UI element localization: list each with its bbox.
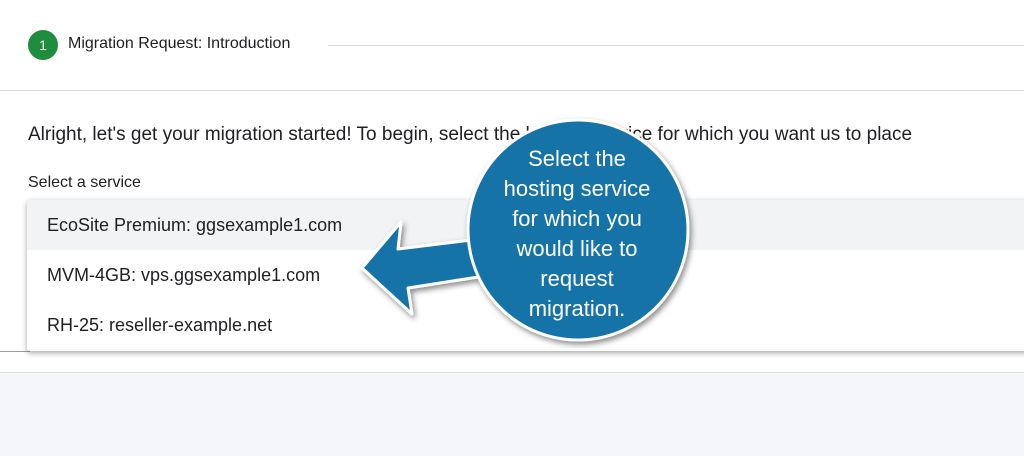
step-connector-line: [328, 45, 1024, 46]
callout-text: Select the hosting service for which you…: [503, 146, 651, 321]
stepper-header: 1 Migration Request: Introduction: [0, 0, 1024, 91]
select-underline: [0, 351, 30, 352]
intro-text: Alright, let's get your migration starte…: [28, 124, 913, 145]
footer-area: [0, 373, 1024, 456]
select-service-label: Select a service: [28, 174, 141, 191]
step-number-badge: 1: [28, 30, 58, 60]
step-title: Migration Request: Introduction: [68, 35, 291, 52]
